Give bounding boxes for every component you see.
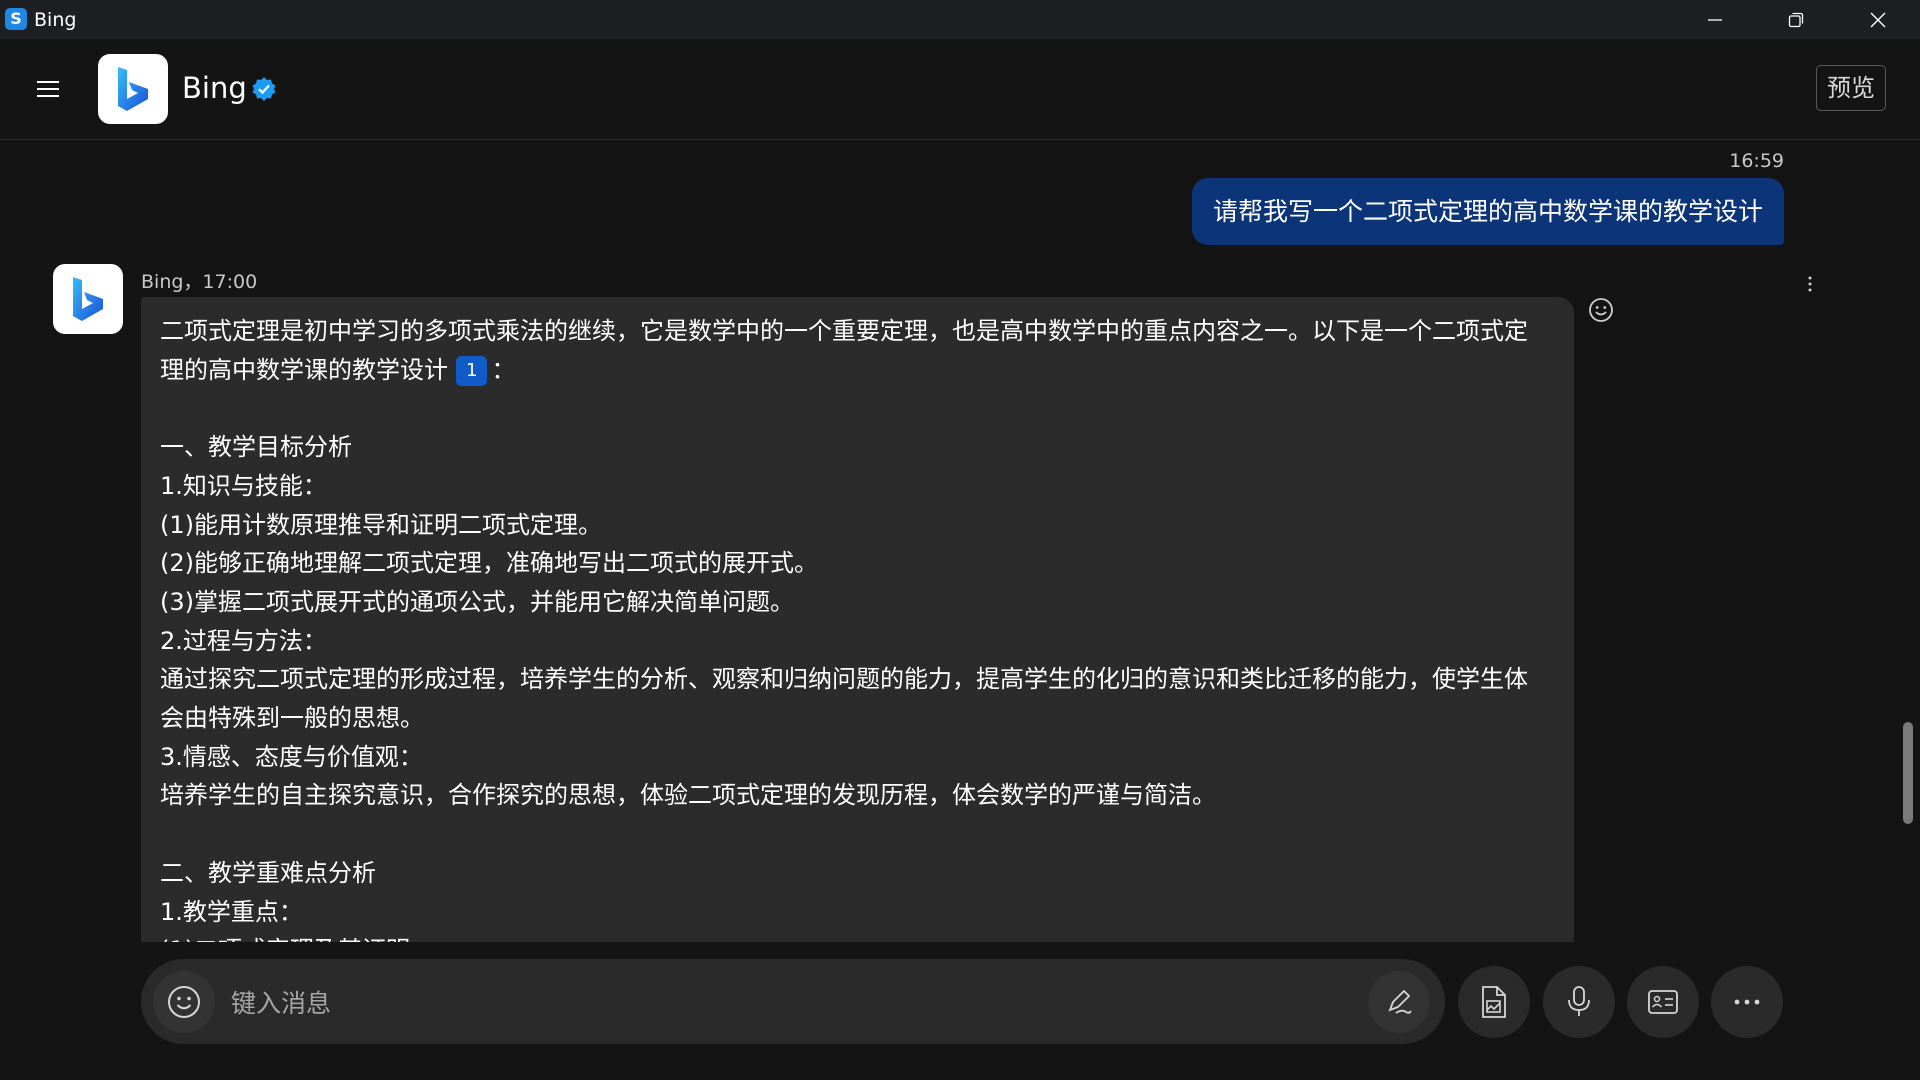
emoji-button[interactable] — [153, 971, 215, 1033]
verified-badge-icon — [252, 77, 276, 101]
minimize-icon — [1708, 18, 1722, 21]
window-title: Bing — [34, 9, 77, 31]
message-line: 通过探究二项式定理的形成过程，培养学生的分析、观察和归纳问题的能力，提高学生的化… — [160, 665, 1528, 694]
preview-button[interactable]: 预览 — [1816, 65, 1886, 111]
message-composer — [141, 959, 1445, 1044]
voice-input-button[interactable] — [1543, 966, 1615, 1038]
hamburger-menu-icon — [37, 81, 59, 97]
reaction-button[interactable] — [1588, 297, 1614, 327]
citation-suffix: ： — [491, 355, 516, 384]
emoji-icon — [168, 986, 200, 1018]
bot-message-text: 二项式定理是初中学习的多项式乘法的继续，它是数学中的一个重要定理，也是高中数学中… — [160, 312, 1555, 942]
message-input[interactable] — [229, 977, 1273, 1029]
message-line: 1.教学重点： — [160, 897, 303, 926]
message-line-text: 理的高中数学课的教学设计 — [160, 355, 448, 384]
message-line: 二项式定理是初中学习的多项式乘法的继续，它是数学中的一个重要定理，也是高中数学中… — [160, 317, 1528, 345]
message-line: 培养学生的自主探究意识，合作探究的思想，体验二项式定理的发现历程，体会数学的严谨… — [160, 781, 1216, 810]
bing-logo-icon — [73, 277, 103, 321]
bot-message-meta: Bing，17:00 — [141, 271, 258, 293]
message-line: 二、教学重难点分析 — [160, 858, 376, 887]
bot-name: Bing — [182, 71, 247, 105]
more-options-button[interactable] — [1711, 966, 1783, 1038]
message-more-button[interactable] — [1804, 272, 1816, 300]
contact-card-button[interactable] — [1627, 966, 1699, 1038]
attach-image-button[interactable] — [1458, 966, 1530, 1038]
more-vertical-icon — [1808, 276, 1812, 292]
message-line: (2)能够正确地理解二项式定理，准确地写出二项式的展开式。 — [160, 549, 818, 578]
bing-s-icon: S — [5, 8, 27, 30]
smiley-icon — [1589, 298, 1613, 322]
handwriting-button[interactable] — [1368, 971, 1430, 1033]
message-line: 会由特殊到一般的思想。 — [160, 704, 424, 733]
microphone-icon — [1568, 986, 1590, 1016]
message-line: (1)能用计数原理推导和证明二项式定理。 — [160, 510, 602, 539]
message-line: 一、教学目标分析 — [160, 433, 352, 462]
chat-scrollbar[interactable] — [1903, 722, 1913, 824]
user-message-time: 16:59 — [1729, 150, 1784, 172]
pen-icon — [1388, 989, 1412, 1014]
contact-card-icon — [1648, 990, 1678, 1014]
chat-header: Bing 预览 — [0, 39, 1920, 140]
restore-button[interactable] — [1756, 0, 1836, 39]
bing-logo-icon — [118, 67, 148, 111]
close-icon — [1870, 12, 1886, 27]
message-line: (1)二项式定理及其证明 — [160, 931, 1555, 942]
bot-message[interactable]: 二项式定理是初中学习的多项式乘法的继续，它是数学中的一个重要定理，也是高中数学中… — [141, 297, 1574, 942]
restore-icon — [1788, 12, 1804, 27]
close-button[interactable] — [1838, 0, 1918, 39]
image-file-icon — [1482, 986, 1506, 1018]
menu-button[interactable] — [28, 71, 68, 107]
bot-avatar — [53, 264, 123, 334]
message-line: 理的高中数学课的教学设计 1： — [160, 351, 1555, 390]
message-line: (3)掌握二项式展开式的通项公式，并能用它解决简单问题。 — [160, 587, 794, 616]
message-line: 1.知识与技能： — [160, 471, 327, 500]
message-line: 2.过程与方法： — [160, 626, 327, 655]
bing-avatar[interactable] — [98, 54, 168, 124]
more-horizontal-icon — [1734, 999, 1760, 1005]
citation-badge[interactable]: 1 — [456, 355, 488, 386]
minimize-button[interactable] — [1675, 0, 1755, 39]
message-line: 3.情感、态度与价值观： — [160, 742, 423, 771]
user-message[interactable]: 请帮我写一个二项式定理的高中数学课的教学设计 — [1191, 178, 1784, 245]
title-bar: S Bing — [0, 0, 1920, 39]
